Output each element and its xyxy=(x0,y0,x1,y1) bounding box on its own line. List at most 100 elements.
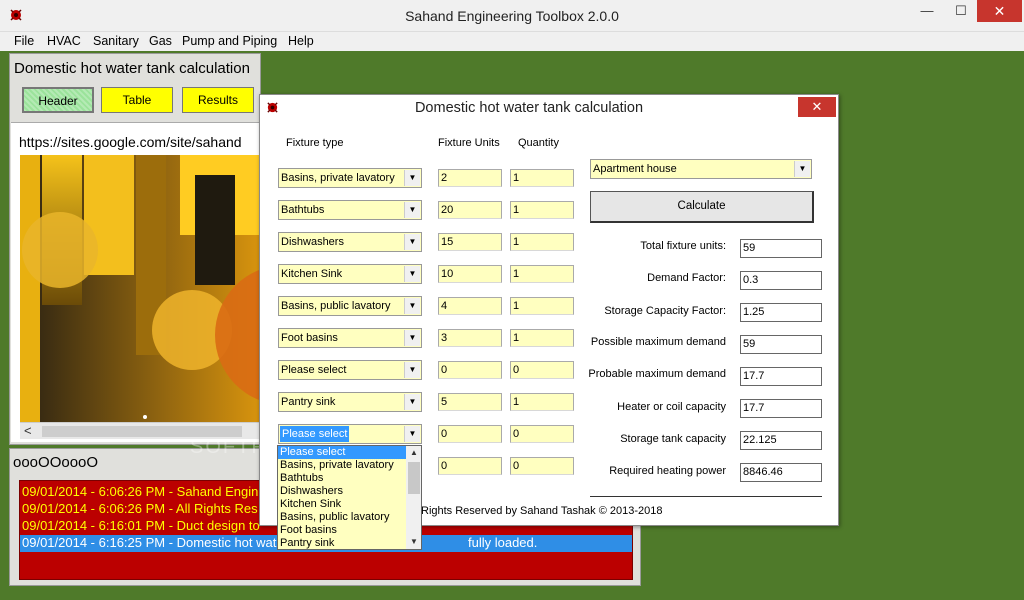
menu-gas[interactable]: Gas xyxy=(149,34,172,48)
header-button[interactable]: Header xyxy=(22,87,94,113)
chevron-down-icon[interactable]: ▼ xyxy=(404,394,420,410)
chevron-down-icon[interactable]: ▼ xyxy=(794,161,810,177)
result-value: 59 xyxy=(740,239,822,258)
fixture-select-open[interactable]: Please select ▼ xyxy=(278,424,422,444)
fixture-units-header: Fixture Units xyxy=(438,137,500,149)
quantity-input[interactable]: 1 xyxy=(510,201,574,219)
result-value: 22.125 xyxy=(740,431,822,450)
calculate-button[interactable]: Calculate xyxy=(590,191,814,223)
dialog-close-button[interactable]: ✕ xyxy=(798,97,836,117)
result-label: Heater or coil capacity xyxy=(617,401,726,413)
log-tail-text: fully loaded. xyxy=(468,535,538,550)
fixture-select[interactable]: Bathtubs ▼ xyxy=(278,200,422,220)
quantity-input[interactable]: 0 xyxy=(510,457,574,475)
dropdown-option[interactable]: Basins, public lavatory xyxy=(278,511,406,524)
quantity-input[interactable]: 1 xyxy=(510,329,574,347)
status-title: oooOOoooO xyxy=(13,454,99,471)
quantity-input[interactable]: 1 xyxy=(510,169,574,187)
chevron-down-icon[interactable]: ▼ xyxy=(404,202,420,218)
quantity-input[interactable]: 1 xyxy=(510,265,574,283)
quantity-input[interactable]: 0 xyxy=(510,425,574,443)
dropdown-option[interactable]: Basins, private lavatory xyxy=(278,459,406,472)
close-button[interactable]: ✕ xyxy=(977,0,1022,22)
maximize-button[interactable]: ☐ xyxy=(944,0,978,22)
browser-pane: https://sites.google.com/site/sahand < xyxy=(11,122,260,442)
fixture-units-input[interactable]: 10 xyxy=(438,265,502,283)
window-title: Sahand Engineering Toolbox 2.0.0 xyxy=(405,8,619,24)
fixture-select[interactable]: Please select ▼ xyxy=(278,360,422,380)
menu-help[interactable]: Help xyxy=(288,34,314,48)
chevron-down-icon[interactable]: ▼ xyxy=(404,426,420,442)
divider xyxy=(590,496,822,497)
fixture-units-input[interactable]: 15 xyxy=(438,233,502,251)
result-value: 17.7 xyxy=(740,367,822,386)
dialog-title-bar: Domestic hot water tank calculation ✕ xyxy=(260,95,838,121)
copyright-text: Rights Reserved by Sahand Tashak © 2013-… xyxy=(421,505,663,517)
fixture-select[interactable]: Kitchen Sink ▼ xyxy=(278,264,422,284)
result-value: 8846.46 xyxy=(740,463,822,482)
left-panel: Domestic hot water tank calculation Head… xyxy=(9,53,261,445)
fixture-units-input[interactable]: 0 xyxy=(438,361,502,379)
fixture-select[interactable]: Dishwashers ▼ xyxy=(278,232,422,252)
scroll-left-icon[interactable]: < xyxy=(24,423,32,438)
fixture-select[interactable]: Basins, private lavatory ▼ xyxy=(278,168,422,188)
fixture-units-input[interactable]: 4 xyxy=(438,297,502,315)
scroll-up-icon[interactable]: ▲ xyxy=(406,446,421,460)
chevron-down-icon[interactable]: ▼ xyxy=(404,298,420,314)
log-text: 09/01/2014 - 6:16:25 PM - Domestic hot w… xyxy=(22,535,277,550)
left-panel-title: Domestic hot water tank calculation xyxy=(14,60,250,77)
fixture-dropdown-list[interactable]: Please select Basins, private lavatory B… xyxy=(277,445,422,550)
fixture-select[interactable]: Basins, public lavatory ▼ xyxy=(278,296,422,316)
quantity-input[interactable]: 1 xyxy=(510,297,574,315)
dialog-title: Domestic hot water tank calculation xyxy=(414,100,644,116)
quantity-input[interactable]: 0 xyxy=(510,361,574,379)
chevron-down-icon[interactable]: ▼ xyxy=(404,330,420,346)
result-value: 59 xyxy=(740,335,822,354)
fixture-select[interactable]: Foot basins ▼ xyxy=(278,328,422,348)
menu-hvac[interactable]: HVAC xyxy=(47,34,81,48)
table-button[interactable]: Table xyxy=(101,87,173,113)
results-button[interactable]: Results xyxy=(182,87,254,113)
fixture-units-input[interactable]: 3 xyxy=(438,329,502,347)
result-value: 1.25 xyxy=(740,303,822,322)
fixture-units-input[interactable]: 20 xyxy=(438,201,502,219)
menu-pump-and-piping[interactable]: Pump and Piping xyxy=(182,34,277,48)
dropdown-option[interactable]: Kitchen Sink xyxy=(278,498,406,511)
result-label: Total fixture units: xyxy=(640,240,726,252)
dropdown-option[interactable]: Pantry sink xyxy=(278,537,406,549)
fixture-units-input[interactable]: 0 xyxy=(438,457,502,475)
url-text: https://sites.google.com/site/sahand xyxy=(19,134,242,150)
quantity-input[interactable]: 1 xyxy=(510,233,574,251)
dropdown-option[interactable]: Foot basins xyxy=(278,524,406,537)
result-label: Possible maximum demand xyxy=(590,336,726,348)
fixture-select[interactable]: Pantry sink ▼ xyxy=(278,392,422,412)
building-type-select[interactable]: Apartment house ▼ xyxy=(590,159,812,179)
scroll-thumb[interactable] xyxy=(408,462,420,494)
quantity-input[interactable]: 1 xyxy=(510,393,574,411)
minimize-button[interactable]: — xyxy=(910,0,944,22)
result-label: Required heating power xyxy=(609,465,726,477)
chevron-down-icon[interactable]: ▼ xyxy=(404,170,420,186)
fixture-units-input[interactable]: 2 xyxy=(438,169,502,187)
result-label: Storage tank capacity xyxy=(620,433,726,445)
bokeh-graphic xyxy=(20,155,260,423)
scroll-down-icon[interactable]: ▼ xyxy=(406,535,421,549)
menu-sanitary[interactable]: Sanitary xyxy=(93,34,139,48)
result-value: 17.7 xyxy=(740,399,822,418)
quantity-header: Quantity xyxy=(518,137,559,149)
fixture-units-input[interactable]: 5 xyxy=(438,393,502,411)
result-label: Probable maximum demand xyxy=(588,368,726,380)
menu-file[interactable]: File xyxy=(14,34,34,48)
chevron-down-icon[interactable]: ▼ xyxy=(404,362,420,378)
result-label: Demand Factor: xyxy=(647,272,726,284)
decorative-image xyxy=(20,155,260,423)
dropdown-option[interactable]: Dishwashers xyxy=(278,485,406,498)
dropdown-option[interactable]: Bathtubs xyxy=(278,472,406,485)
result-label: Storage Capacity Factor: xyxy=(604,305,726,317)
chevron-down-icon[interactable]: ▼ xyxy=(404,266,420,282)
fixture-units-input[interactable]: 0 xyxy=(438,425,502,443)
chevron-down-icon[interactable]: ▼ xyxy=(404,234,420,250)
result-value: 0.3 xyxy=(740,271,822,290)
dropdown-scrollbar[interactable]: ▲ ▼ xyxy=(406,446,421,549)
dropdown-option-selected[interactable]: Please select xyxy=(278,446,407,460)
